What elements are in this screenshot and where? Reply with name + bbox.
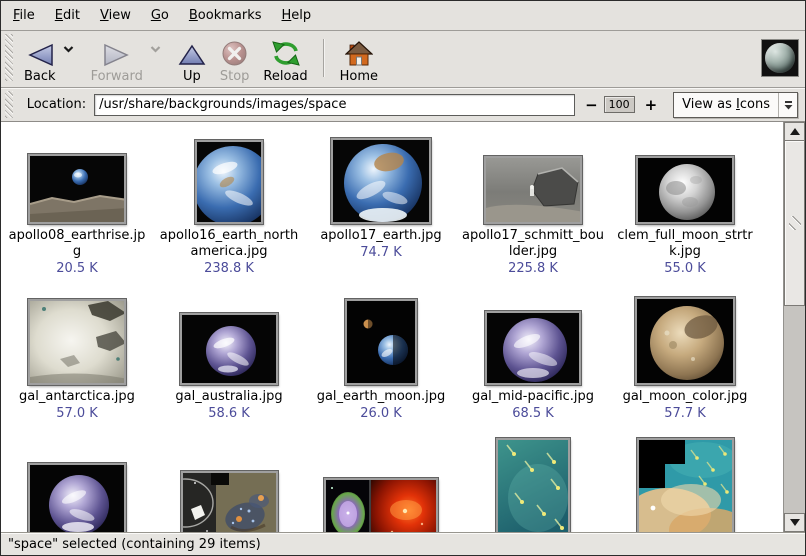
- thumbnail-nebula-composite: [324, 478, 438, 532]
- back-button[interactable]: Back: [17, 43, 63, 84]
- file-icon-apollo16-earth[interactable]: apollo16_earth_northamerica.jpg 238.8 K: [153, 134, 305, 277]
- view-as-dropdown-arrow[interactable]: [779, 93, 797, 117]
- scroll-up-button[interactable]: [784, 122, 805, 141]
- view-as-text: View as: [682, 97, 736, 112]
- chevron-down-icon: [150, 45, 161, 53]
- forward-button[interactable]: Forward: [84, 43, 150, 84]
- forward-arrow-icon: [103, 43, 131, 67]
- file-icon-gal-earth-moon[interactable]: gal_earth_moon.jpg 26.0 K: [305, 293, 457, 422]
- scroll-up-arrow-icon: [790, 127, 800, 136]
- scroll-down-arrow-icon: [790, 518, 800, 527]
- thumbnail-teal-starfield: [496, 438, 570, 532]
- thumbnail-antarctica: [28, 299, 126, 385]
- thumbnail-galaxy-pair: [181, 471, 278, 532]
- home-button[interactable]: Home: [333, 41, 385, 84]
- menu-bookmarks[interactable]: Bookmarks: [187, 5, 264, 26]
- view-as-selector[interactable]: View as Icons: [673, 92, 798, 118]
- status-text: "space" selected (containing 29 items): [8, 537, 261, 552]
- chevron-down-icon: [63, 45, 74, 53]
- thumbnail-purple-earth-partial: [28, 463, 126, 532]
- thumbnail-gray-moon: [636, 156, 734, 224]
- file-icon-apollo17-earth[interactable]: apollo17_earth.jpg 74.7 K: [305, 134, 457, 277]
- thumbnail-blue-marble: [331, 138, 431, 224]
- thumbnail-nebula-stairstep: [637, 438, 734, 532]
- menu-bar: File Edit View Go Bookmarks Help: [1, 1, 805, 31]
- menu-file[interactable]: File: [11, 5, 37, 26]
- file-icon-gal-australia[interactable]: gal_australia.jpg 58.6 K: [153, 293, 305, 422]
- thumbnail-earth-dark: [180, 313, 278, 385]
- back-arrow-icon: [26, 43, 54, 67]
- vertical-scrollbar: [783, 122, 805, 532]
- scroll-down-button[interactable]: [784, 513, 805, 532]
- status-bar: "space" selected (containing 29 items): [1, 532, 805, 555]
- file-icon-partial-5[interactable]: [609, 438, 761, 532]
- thumbnail-earthrise: [28, 154, 126, 224]
- location-label: Location:: [27, 97, 86, 112]
- menu-help[interactable]: Help: [280, 5, 314, 26]
- thumbnail-purple-earth: [485, 311, 581, 385]
- location-bar: Location: − 100 + View as Icons: [1, 88, 805, 122]
- nautilus-throbber-icon: [761, 39, 799, 77]
- toolbar-drag-handle[interactable]: [5, 34, 13, 81]
- thumbnail-moonscape-astronaut: [484, 156, 582, 224]
- file-icon-partial-4[interactable]: [457, 438, 609, 532]
- menu-edit[interactable]: Edit: [53, 5, 82, 26]
- forward-history-dropdown[interactable]: [150, 42, 161, 57]
- stop-button[interactable]: Stop: [213, 40, 257, 84]
- stop-icon: [221, 40, 248, 67]
- zoom-in-button[interactable]: +: [641, 96, 662, 114]
- location-input[interactable]: [94, 94, 575, 116]
- file-icon-gal-antarctica[interactable]: gal_antarctica.jpg 57.0 K: [1, 293, 153, 422]
- toolbar-separator: [323, 39, 325, 77]
- file-icon-clem-full-moon[interactable]: clem_full_moon_strtrk.jpg 55.0 K: [609, 134, 761, 277]
- file-icon-gal-moon-color[interactable]: gal_moon_color.jpg 57.7 K: [609, 293, 761, 422]
- up-arrow-icon: [178, 43, 206, 67]
- zoom-level-indicator: 100: [604, 96, 635, 113]
- file-icon-partial-1[interactable]: [1, 438, 153, 532]
- file-manager-window: File Edit View Go Bookmarks Help Back Fo…: [1, 1, 805, 555]
- back-history-dropdown[interactable]: [63, 42, 74, 57]
- file-icon-apollo17-schmitt[interactable]: apollo17_schmitt_boulder.jpg 225.8 K: [457, 134, 609, 277]
- thumbnail-earth-portrait: [195, 140, 263, 224]
- file-icon-partial-2[interactable]: [153, 438, 305, 532]
- scrollbar-trough[interactable]: [784, 306, 805, 513]
- icon-view[interactable]: apollo08_earthrise.jpg 20.5 K apollo16_e…: [1, 122, 783, 532]
- file-icon-apollo08-earthrise[interactable]: apollo08_earthrise.jpg 20.5 K: [1, 134, 153, 277]
- thumbnail-earth-and-moon: [345, 299, 417, 385]
- menu-go[interactable]: Go: [149, 5, 171, 26]
- location-bar-drag-handle[interactable]: [5, 91, 13, 118]
- up-button[interactable]: Up: [171, 43, 213, 84]
- dropdown-arrow-icon: [784, 100, 793, 110]
- zoom-out-button[interactable]: −: [581, 96, 602, 114]
- reload-button[interactable]: Reload: [256, 40, 314, 84]
- scrollbar-thumb[interactable]: [784, 141, 805, 306]
- reload-icon: [271, 40, 301, 67]
- thumbnail-tan-moon: [635, 297, 735, 385]
- toolbar: Back Forward Up Stop: [1, 31, 805, 88]
- menu-view[interactable]: View: [98, 5, 133, 26]
- home-icon: [345, 41, 373, 67]
- scrollbar-thumb-grip: [789, 216, 801, 230]
- file-icon-gal-mid-pacific[interactable]: gal_mid-pacific.jpg 68.5 K: [457, 293, 609, 422]
- file-icon-partial-3[interactable]: [305, 438, 457, 532]
